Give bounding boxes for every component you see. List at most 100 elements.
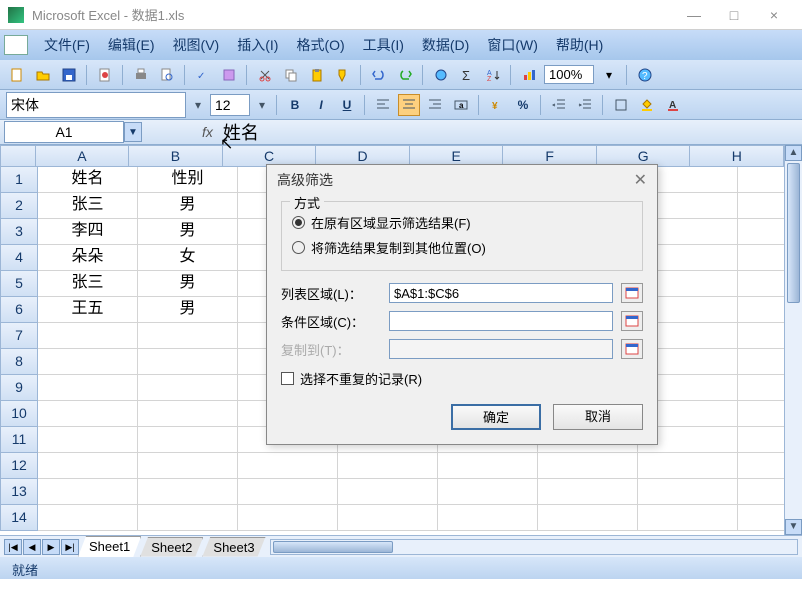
paste-icon[interactable] — [306, 64, 328, 86]
cell[interactable] — [538, 453, 638, 479]
row-header[interactable]: 14 — [0, 505, 38, 531]
cell[interactable] — [138, 323, 238, 349]
cell[interactable] — [738, 401, 784, 427]
cell[interactable] — [338, 453, 438, 479]
scroll-down-arrow[interactable]: ▼ — [785, 519, 802, 535]
cell[interactable] — [438, 505, 538, 531]
italic-button[interactable]: I — [310, 94, 332, 116]
cell[interactable] — [338, 505, 438, 531]
row-header[interactable]: 2 — [0, 193, 38, 219]
row-header[interactable]: 3 — [0, 219, 38, 245]
name-box[interactable]: A1 — [4, 121, 124, 143]
cell[interactable] — [38, 323, 138, 349]
horizontal-scrollbar[interactable] — [270, 539, 798, 555]
tab-nav-prev[interactable]: ◀ — [23, 539, 41, 555]
help-icon[interactable]: ? — [634, 64, 656, 86]
minimize-button[interactable]: — — [674, 1, 714, 29]
borders-button[interactable] — [610, 94, 632, 116]
sum-icon[interactable]: Σ — [456, 64, 478, 86]
row-header[interactable]: 4 — [0, 245, 38, 271]
criteria-range-input[interactable] — [389, 311, 613, 331]
permit-icon[interactable] — [94, 64, 116, 86]
sheet-tab-3[interactable]: Sheet3 — [202, 537, 265, 557]
cell[interactable] — [38, 375, 138, 401]
cell[interactable] — [138, 349, 238, 375]
cell[interactable] — [138, 401, 238, 427]
copy-icon[interactable] — [280, 64, 302, 86]
font-name-combo[interactable]: 宋体 — [6, 92, 186, 118]
cell[interactable] — [438, 453, 538, 479]
menu-format[interactable]: 格式(O) — [288, 31, 352, 59]
new-icon[interactable] — [6, 64, 28, 86]
cell[interactable] — [638, 453, 738, 479]
cell[interactable]: 李四 — [38, 219, 138, 245]
zoom-dropdown[interactable]: ▾ — [598, 64, 620, 86]
cell[interactable] — [538, 479, 638, 505]
inc-indent-button[interactable] — [574, 94, 596, 116]
row-header[interactable]: 13 — [0, 479, 38, 505]
row-header[interactable]: 7 — [0, 323, 38, 349]
menu-edit[interactable]: 编辑(E) — [100, 31, 163, 59]
column-header[interactable]: H — [690, 145, 784, 167]
research-icon[interactable] — [218, 64, 240, 86]
save-icon[interactable] — [58, 64, 80, 86]
row-header[interactable]: 12 — [0, 453, 38, 479]
tab-nav-first[interactable]: |◀ — [4, 539, 22, 555]
font-dropdown-icon[interactable]: ▾ — [190, 98, 206, 112]
cell[interactable] — [738, 219, 784, 245]
dec-indent-button[interactable] — [548, 94, 570, 116]
tab-nav-last[interactable]: ▶| — [61, 539, 79, 555]
ok-button[interactable]: 确定 — [451, 404, 541, 430]
menu-file[interactable]: 文件(F) — [36, 31, 98, 59]
redo-icon[interactable] — [394, 64, 416, 86]
criteria-range-ref-icon[interactable] — [621, 311, 643, 331]
cell[interactable] — [638, 505, 738, 531]
currency-button[interactable]: ¥ — [486, 94, 508, 116]
bold-button[interactable]: B — [284, 94, 306, 116]
maximize-button[interactable]: □ — [714, 1, 754, 29]
cell[interactable]: 男 — [138, 297, 238, 323]
cell[interactable] — [238, 479, 338, 505]
cell[interactable] — [738, 271, 784, 297]
cell[interactable] — [138, 375, 238, 401]
cell[interactable] — [738, 297, 784, 323]
fill-color-button[interactable] — [636, 94, 658, 116]
menu-help[interactable]: 帮助(H) — [548, 31, 611, 59]
scroll-up-arrow[interactable]: ▲ — [785, 145, 802, 161]
system-icon[interactable] — [4, 35, 28, 55]
copy-to-ref-icon[interactable] — [621, 339, 643, 359]
close-button[interactable]: × — [754, 1, 794, 29]
cell[interactable] — [538, 505, 638, 531]
menu-tools[interactable]: 工具(I) — [355, 31, 412, 59]
cell[interactable] — [338, 479, 438, 505]
print-icon[interactable] — [130, 64, 152, 86]
undo-icon[interactable] — [368, 64, 390, 86]
cell[interactable] — [38, 453, 138, 479]
cell[interactable]: 张三 — [38, 271, 138, 297]
sheet-tab-1[interactable]: Sheet1 — [78, 536, 141, 557]
cell[interactable] — [738, 427, 784, 453]
name-box-dropdown[interactable]: ▼ — [124, 122, 142, 142]
menu-view[interactable]: 视图(V) — [165, 31, 228, 59]
select-all-corner[interactable] — [0, 145, 36, 167]
hscroll-thumb[interactable] — [273, 541, 393, 553]
cell[interactable] — [38, 479, 138, 505]
cell[interactable] — [638, 479, 738, 505]
cell[interactable] — [238, 453, 338, 479]
menu-data[interactable]: 数据(D) — [414, 31, 477, 59]
cell[interactable] — [238, 505, 338, 531]
cell[interactable]: 张三 — [38, 193, 138, 219]
row-header[interactable]: 8 — [0, 349, 38, 375]
dialog-close-icon[interactable]: ✕ — [634, 170, 647, 190]
cell[interactable] — [38, 427, 138, 453]
cell[interactable] — [738, 375, 784, 401]
size-dropdown-icon[interactable]: ▾ — [254, 98, 270, 112]
row-header[interactable]: 10 — [0, 401, 38, 427]
radio-copy-to[interactable] — [292, 241, 305, 254]
percent-button[interactable]: % — [512, 94, 534, 116]
row-header[interactable]: 1 — [0, 167, 38, 193]
tab-nav-next[interactable]: ▶ — [42, 539, 60, 555]
cell[interactable]: 朵朵 — [38, 245, 138, 271]
column-header[interactable]: A — [36, 145, 130, 167]
cell[interactable] — [738, 349, 784, 375]
